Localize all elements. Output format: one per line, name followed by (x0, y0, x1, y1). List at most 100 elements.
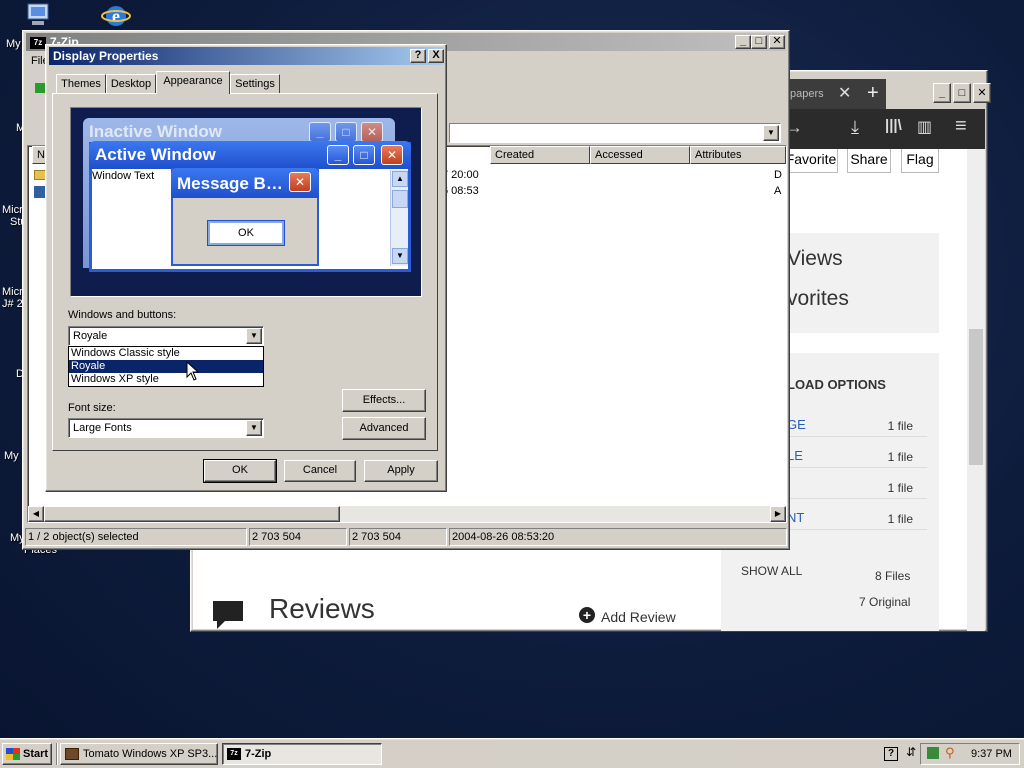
horizontal-scrollbar[interactable]: ◀ ▶ (28, 506, 786, 522)
browser-tab-label: papers (790, 88, 824, 100)
svg-text:e: e (112, 6, 120, 26)
sevenzip-task-icon: 7z (227, 748, 241, 760)
cancel-button[interactable]: Cancel (284, 460, 356, 482)
help-tray-icon[interactable]: ? (884, 747, 898, 761)
dropdown-option-royale[interactable]: Royale (69, 360, 263, 373)
task-7zip[interactable]: 7z 7-Zip (222, 743, 382, 765)
desktop-icon-label: J# 2 (2, 298, 23, 310)
download-row[interactable]: 1 file (787, 469, 927, 499)
download-count: 1 file (887, 512, 913, 526)
start-button[interactable]: Start (2, 743, 52, 765)
tab-themes[interactable]: Themes (56, 74, 106, 94)
address-combo[interactable]: ▼ (449, 123, 781, 143)
ok-button[interactable]: OK (203, 459, 277, 483)
scroll-thumb[interactable] (969, 329, 983, 465)
preview-message-box: Message B… ✕ OK (171, 168, 319, 266)
add-review-icon[interactable]: + (579, 607, 595, 623)
sevenzip-minimize-button[interactable]: _ (735, 35, 751, 49)
dropdown-option-classic[interactable]: Windows Classic style (69, 347, 263, 360)
reviews-icon (211, 599, 247, 634)
close-icon: X (432, 49, 440, 61)
share-button[interactable]: Share (847, 149, 891, 173)
favorite-button[interactable]: Favorite (784, 149, 838, 173)
desktop-icon-label: Micr (2, 286, 23, 298)
scroll-right-button[interactable]: ▶ (770, 506, 786, 522)
ok-label: OK (232, 464, 248, 476)
browser-maximize-button[interactable]: □ (953, 83, 971, 103)
status-selected: 1 / 2 object(s) selected (25, 528, 247, 546)
tray-arrow-icon[interactable]: ⇵ (906, 745, 916, 759)
column-attributes[interactable]: Attributes (690, 146, 786, 164)
status-size-text: 2 703 504 (252, 531, 301, 543)
download-row[interactable]: GE 1 file (787, 407, 927, 437)
advanced-button[interactable]: Advanced (342, 417, 426, 440)
download-count: 1 file (887, 481, 913, 495)
start-label: Start (23, 748, 49, 760)
search-icon[interactable]: ⚲ (945, 745, 955, 761)
apply-button[interactable]: Apply (364, 460, 438, 482)
status-size: 2 703 504 (249, 528, 347, 546)
status-date: 2004-08-26 08:53:20 (449, 528, 787, 546)
preview-scrollbar: ▲ ▼ (390, 170, 408, 266)
display-properties-dialog: Display Properties ? X Themes Desktop Ap… (45, 44, 447, 492)
tab-desktop[interactable]: Desktop (106, 74, 156, 94)
windows-buttons-select[interactable]: Royale ▼ (68, 326, 264, 346)
address-dropdown-arrow[interactable]: ▼ (763, 125, 779, 141)
share-label: Share (850, 151, 888, 167)
font-size-select[interactable]: Large Fonts ▼ (68, 418, 264, 438)
dialog-titlebar[interactable]: Display Properties (49, 47, 443, 65)
flag-button[interactable]: Flag (901, 149, 939, 173)
font-size-dropdown-arrow[interactable]: ▼ (246, 420, 262, 436)
mouse-cursor-icon (186, 360, 200, 384)
clock[interactable]: 9:37 PM (971, 748, 1012, 760)
sidebar-icon[interactable]: ▥ (917, 117, 932, 137)
effects-label: Effects... (362, 394, 406, 406)
preview-active-titlebar: Active Window _ □ ✕ (89, 141, 411, 169)
add-review-link[interactable]: Add Review (601, 609, 676, 625)
dropdown-option-classic-label: Windows Classic style (71, 347, 180, 359)
task-7zip-label: 7-Zip (245, 748, 272, 760)
library-icon[interactable]: |||\ (885, 117, 902, 134)
tab-settings[interactable]: Settings (230, 74, 280, 94)
preview-ok-label: OK (238, 227, 254, 239)
column-created[interactable]: Created (490, 146, 590, 164)
my-computer-icon[interactable] (22, 2, 54, 30)
column-created-label: Created (495, 149, 535, 161)
favorite-label: Favorite (785, 151, 837, 167)
network-icon[interactable] (927, 747, 939, 759)
windows-buttons-dropdown-arrow[interactable]: ▼ (246, 328, 262, 344)
table-row[interactable]: 7 20:00 D (438, 168, 786, 184)
download-row[interactable]: LE 1 file (787, 438, 927, 468)
scroll-left-button[interactable]: ◀ (28, 506, 44, 522)
tab-appearance[interactable]: Appearance (156, 71, 230, 94)
dropdown-option-xp[interactable]: Windows XP style (69, 373, 263, 386)
task-tomato-browser[interactable]: Tomato Windows XP SP3... (60, 743, 218, 765)
preview-scroll-up: ▲ (392, 171, 408, 187)
close-tab-icon[interactable]: ✕ (838, 79, 851, 109)
browser-close-button[interactable]: ✕ (973, 83, 991, 103)
show-all-link[interactable]: SHOW ALL (741, 564, 802, 578)
table-row[interactable]: 6 08:53 A (438, 184, 786, 200)
menu-icon[interactable]: ≡ (955, 115, 967, 138)
help-button[interactable]: ? (410, 49, 426, 63)
appearance-preview: Inactive Window _ □ ✕ Active Window _ □ … (70, 107, 422, 297)
scroll-thumb[interactable] (44, 506, 340, 522)
download-count: 1 file (887, 419, 913, 433)
new-tab-button[interactable]: + (867, 79, 879, 107)
download-row[interactable]: NT 1 file (787, 500, 927, 530)
sevenzip-maximize-button[interactable]: □ (751, 35, 767, 49)
download-icon[interactable]: ⤓ (851, 117, 859, 138)
tab-themes-label: Themes (61, 78, 101, 90)
preview-active-close: ✕ (381, 145, 403, 165)
preview-message-close: ✕ (289, 172, 311, 192)
close-button[interactable]: X (428, 49, 444, 63)
browser-scrollbar[interactable] (967, 149, 985, 631)
effects-button[interactable]: Effects... (342, 389, 426, 412)
browser-minimize-button[interactable]: _ (933, 83, 951, 103)
reviews-heading: Reviews (269, 593, 375, 624)
status-packed-size-text: 2 703 504 (352, 531, 401, 543)
internet-explorer-icon[interactable]: e (100, 2, 132, 30)
sevenzip-close-button[interactable]: ✕ (769, 35, 785, 49)
column-accessed[interactable]: Accessed (590, 146, 690, 164)
font-size-label: Font size: (68, 402, 116, 414)
